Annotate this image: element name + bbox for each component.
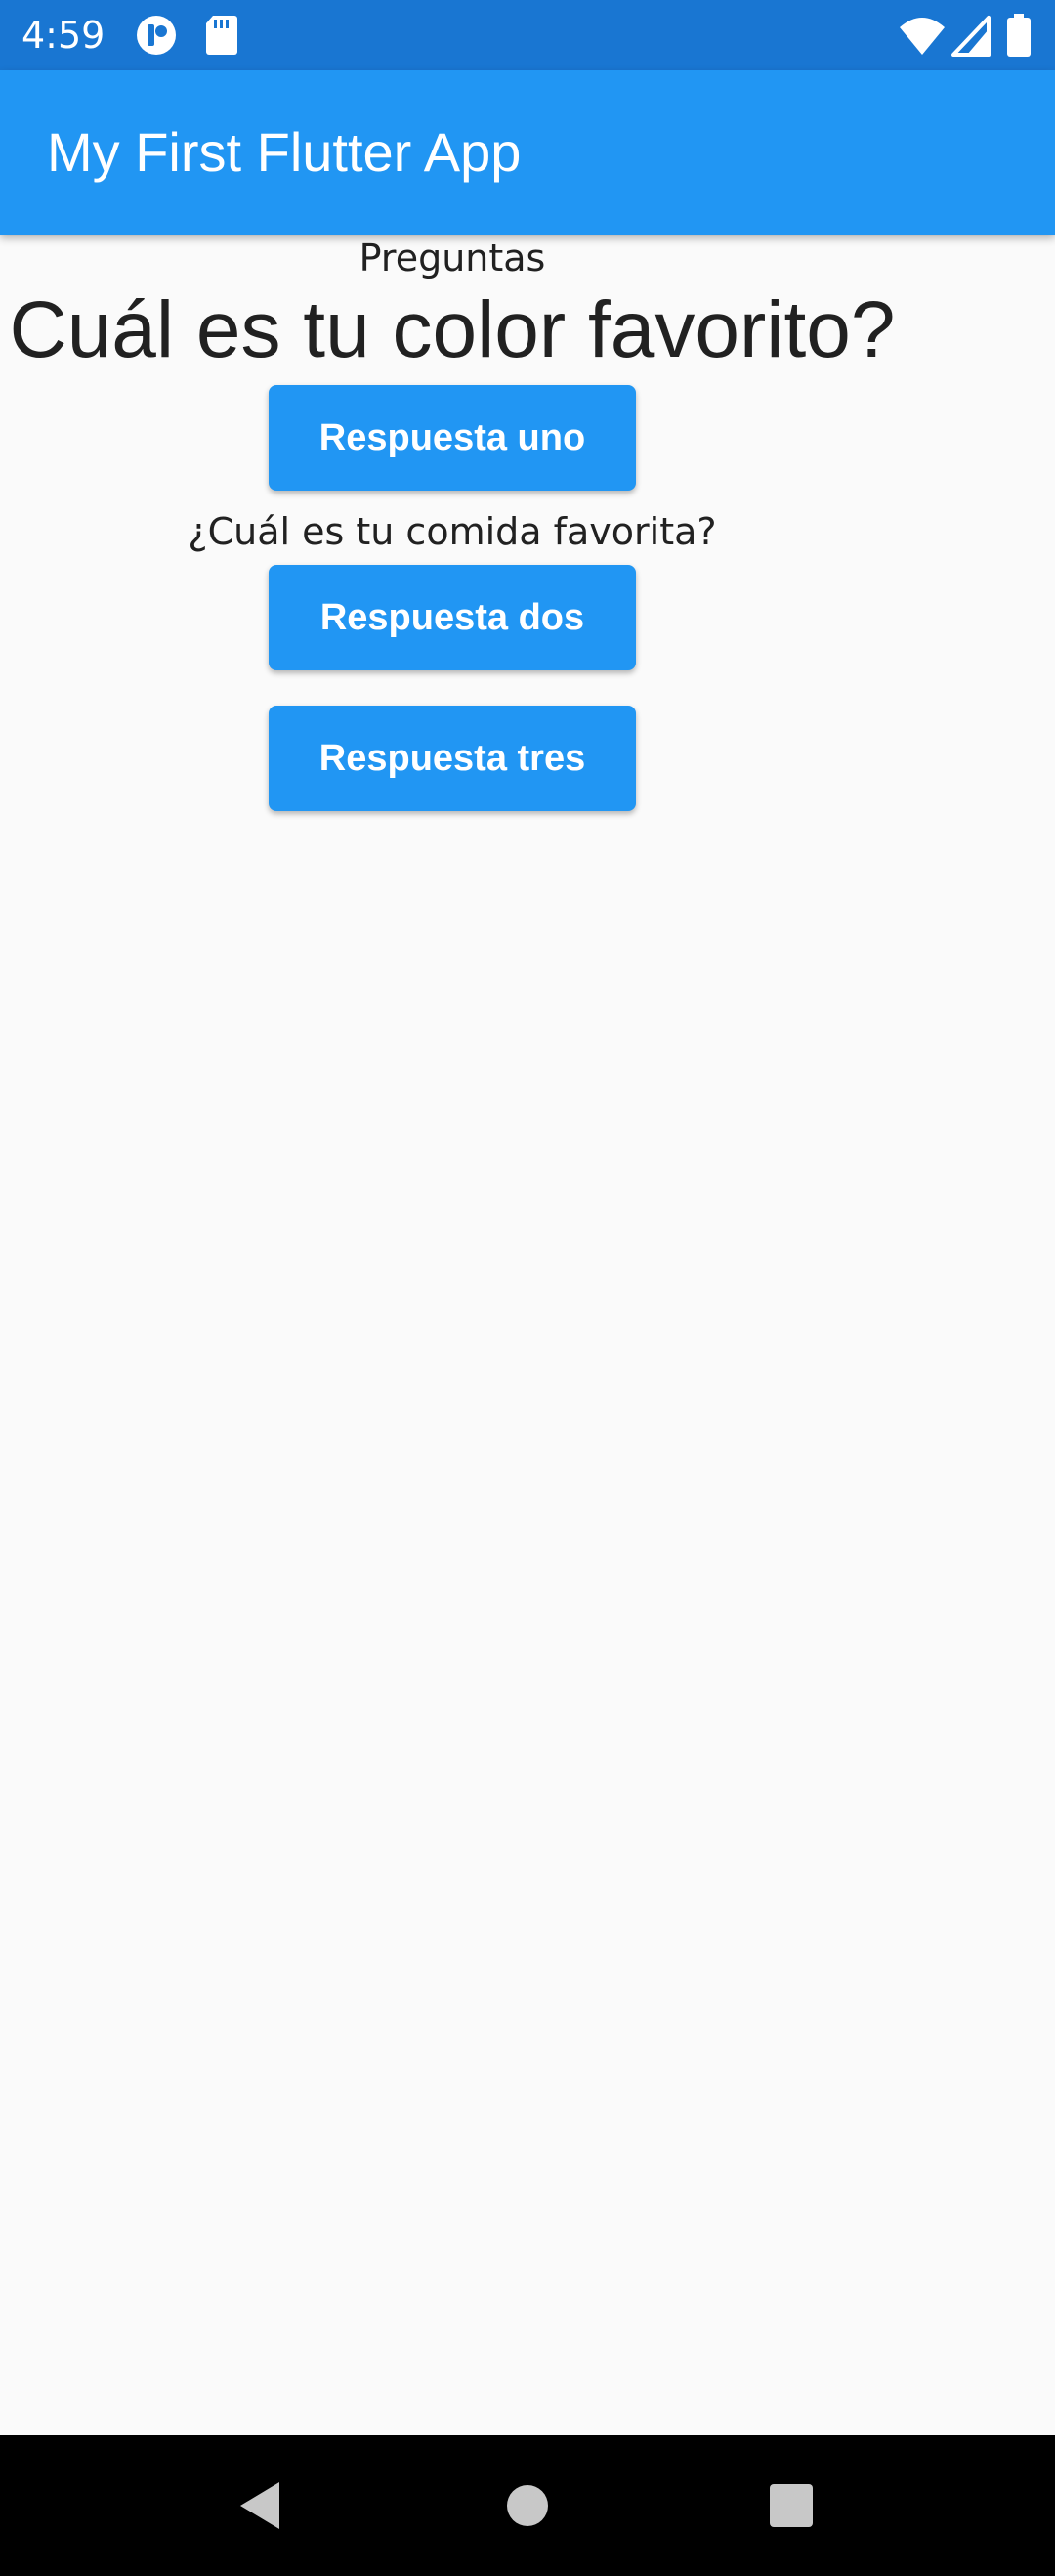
section-label: Preguntas bbox=[359, 236, 546, 279]
wifi-icon bbox=[899, 14, 946, 57]
battery-icon bbox=[1006, 14, 1032, 57]
answer-button-three[interactable]: Respuesta tres bbox=[269, 706, 636, 811]
status-bar: 4:59 bbox=[0, 0, 1055, 70]
quiz-content: Preguntas Cuál es tu color favorito? Res… bbox=[0, 235, 905, 811]
app-bar: My First Flutter App bbox=[0, 70, 1055, 235]
app-title: My First Flutter App bbox=[47, 121, 522, 183]
cell-signal-icon bbox=[951, 14, 991, 57]
question-secondary: ¿Cuál es tu comida favorita? bbox=[188, 510, 717, 553]
app-notification-icon bbox=[135, 14, 178, 57]
home-icon[interactable] bbox=[496, 2474, 559, 2537]
back-icon[interactable] bbox=[231, 2474, 293, 2537]
recents-icon[interactable] bbox=[760, 2474, 823, 2537]
answer-button-two[interactable]: Respuesta dos bbox=[269, 565, 636, 670]
navigation-bar bbox=[0, 2435, 1055, 2576]
question-title: Cuál es tu color favorito? bbox=[9, 285, 896, 374]
status-time: 4:59 bbox=[21, 14, 106, 57]
answer-button-one[interactable]: Respuesta uno bbox=[269, 385, 636, 491]
sd-card-icon bbox=[205, 14, 238, 57]
